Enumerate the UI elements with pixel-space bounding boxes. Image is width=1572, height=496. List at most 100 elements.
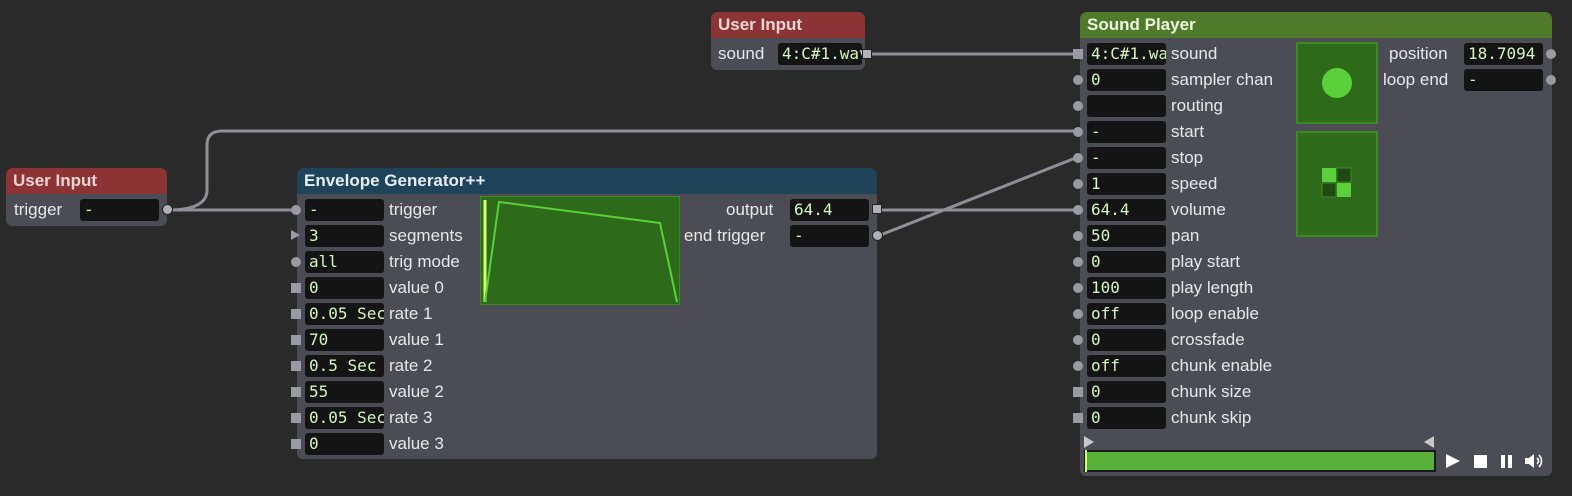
- envelope-value1-label: value 1: [389, 330, 444, 349]
- user-input-trigger-output-port[interactable]: [162, 204, 173, 215]
- sound-player-chunk-size-field[interactable]: 0: [1087, 381, 1166, 403]
- sound-player-loop-enable-field[interactable]: off: [1087, 303, 1166, 325]
- envelope-trigger-field[interactable]: -: [305, 199, 384, 221]
- user-input-sound-field[interactable]: 4:C#1.wav: [778, 43, 862, 65]
- sound-player-chunk-enable-port[interactable]: [1073, 361, 1083, 371]
- sound-player-sampler-chan-field[interactable]: 0: [1087, 69, 1166, 91]
- sound-player-position-field[interactable]: 18.7094: [1464, 43, 1543, 65]
- sound-player-loop-enable-label: loop enable: [1171, 304, 1259, 323]
- envelope-segments-label: segments: [389, 226, 463, 245]
- sound-player-pan-label: pan: [1171, 226, 1200, 245]
- envelope-trig-mode-field[interactable]: all: [305, 251, 384, 273]
- sound-player-volume-field[interactable]: 64.4: [1087, 199, 1166, 221]
- envelope-output-label: output: [726, 200, 774, 219]
- envelope-value2-field[interactable]: 55: [305, 381, 384, 403]
- playback-progress[interactable]: [1082, 434, 1442, 474]
- sound-player-volume-label: volume: [1171, 200, 1226, 219]
- sound-player-play-start-port[interactable]: [1073, 257, 1083, 267]
- sound-player-position-port[interactable]: [1546, 49, 1556, 59]
- envelope-trigger-port[interactable]: [291, 205, 301, 215]
- sound-player-chunk-skip-port[interactable]: [1073, 413, 1083, 423]
- sound-player-chunk-enable-label: chunk enable: [1171, 356, 1273, 375]
- sound-player-sampler-chan-label: sampler chan: [1171, 70, 1274, 89]
- sound-player-chunk-skip-field[interactable]: 0: [1087, 407, 1166, 429]
- loop-indicator-icon[interactable]: [1296, 131, 1378, 237]
- envelope-end-trigger-field[interactable]: -: [790, 225, 869, 247]
- sound-player-speed-field[interactable]: 1: [1087, 173, 1166, 195]
- sound-player-start-field[interactable]: -: [1087, 121, 1166, 143]
- stop-icon[interactable]: [1472, 452, 1490, 475]
- sound-player-loop-end-field[interactable]: -: [1464, 69, 1543, 91]
- envelope-graph[interactable]: [480, 196, 680, 305]
- sound-player-loop-end-port[interactable]: [1546, 75, 1556, 85]
- sound-player-play-start-label: play start: [1171, 252, 1240, 271]
- sound-player-start-port[interactable]: [1073, 127, 1083, 137]
- pause-icon[interactable]: [1498, 452, 1516, 475]
- sound-player-routing-port[interactable]: [1073, 101, 1083, 111]
- sound-player-sampler-chan-port[interactable]: [1073, 75, 1083, 85]
- envelope-rate2-port[interactable]: [291, 361, 301, 371]
- play-end-marker-icon: [1424, 436, 1434, 448]
- envelope-value1-field[interactable]: 70: [305, 329, 384, 351]
- sound-player-play-length-port[interactable]: [1073, 283, 1083, 293]
- envelope-end-trigger-port[interactable]: [872, 230, 883, 241]
- sound-player-speed-port[interactable]: [1073, 179, 1083, 189]
- sound-player-stop-label: stop: [1171, 148, 1204, 167]
- envelope-rate2-field[interactable]: 0.5 Sec: [305, 355, 384, 377]
- sound-player-pan-port[interactable]: [1073, 231, 1083, 241]
- sound-player-pan-field[interactable]: 50: [1087, 225, 1166, 247]
- envelope-trig-mode-label: trig mode: [389, 252, 460, 271]
- sound-player-chunk-skip-label: chunk skip: [1171, 408, 1252, 427]
- envelope-title[interactable]: Envelope Generator++: [297, 168, 877, 194]
- sound-player-crossfade-label: crossfade: [1171, 330, 1245, 349]
- envelope-rate1-field[interactable]: 0.05 Sec: [305, 303, 384, 325]
- sound-player-chunk-size-label: chunk size: [1171, 382, 1252, 401]
- user-input-trigger-field[interactable]: -: [80, 199, 159, 221]
- sound-player-stop-port[interactable]: [1073, 153, 1083, 163]
- play-icon[interactable]: [1444, 452, 1462, 475]
- sound-player-routing-field[interactable]: [1087, 95, 1166, 117]
- envelope-value0-label: value 0: [389, 278, 444, 297]
- user-input-trigger-label: trigger: [14, 200, 63, 219]
- sound-player-sound-field[interactable]: 4:C#1.wav: [1087, 43, 1166, 65]
- envelope-value3-field[interactable]: 0: [305, 433, 384, 455]
- play-start-marker-icon: [1084, 436, 1094, 448]
- speaker-icon[interactable]: [1524, 452, 1546, 475]
- user-input-sound-label: sound: [718, 44, 765, 63]
- sound-player-start-label: start: [1171, 122, 1205, 141]
- envelope-segments-field[interactable]: 3: [305, 225, 384, 247]
- envelope-end-trigger-label: end trigger: [684, 226, 766, 245]
- envelope-value2-port[interactable]: [291, 387, 301, 397]
- envelope-value1-port[interactable]: [291, 335, 301, 345]
- envelope-rate1-port[interactable]: [291, 309, 301, 319]
- envelope-segments-port[interactable]: [291, 230, 300, 240]
- sound-player-crossfade-port[interactable]: [1073, 335, 1083, 345]
- sound-player-play-length-label: play length: [1171, 278, 1254, 297]
- envelope-output-port[interactable]: [872, 204, 882, 214]
- sound-player-play-length-field[interactable]: 100: [1087, 277, 1166, 299]
- envelope-rate1-label: rate 1: [389, 304, 433, 323]
- user-input-sound-output-port[interactable]: [862, 49, 872, 59]
- sound-player-stop-field[interactable]: -: [1087, 147, 1166, 169]
- user-input-trigger-title[interactable]: User Input: [6, 168, 167, 194]
- sound-player-title[interactable]: Sound Player: [1080, 12, 1552, 38]
- sound-player-sound-port[interactable]: [1073, 49, 1083, 59]
- envelope-rate2-label: rate 2: [389, 356, 433, 375]
- user-input-sound-title[interactable]: User Input: [711, 12, 865, 38]
- playing-indicator-icon[interactable]: [1296, 42, 1378, 124]
- envelope-value3-port[interactable]: [291, 439, 301, 449]
- envelope-value0-port[interactable]: [291, 283, 301, 293]
- sound-player-crossfade-field[interactable]: 0: [1087, 329, 1166, 351]
- envelope-rate3-port[interactable]: [291, 413, 301, 423]
- sound-player-volume-port[interactable]: [1073, 205, 1083, 215]
- envelope-output-field[interactable]: 64.4: [790, 199, 869, 221]
- envelope-trig-mode-port[interactable]: [291, 257, 301, 267]
- envelope-value0-field[interactable]: 0: [305, 277, 384, 299]
- envelope-trigger-label: trigger: [389, 200, 438, 219]
- sound-player-play-start-field[interactable]: 0: [1087, 251, 1166, 273]
- sound-player-loop-enable-port[interactable]: [1073, 309, 1083, 319]
- sound-player-chunk-size-port[interactable]: [1073, 387, 1083, 397]
- sound-player-chunk-enable-field[interactable]: off: [1087, 355, 1166, 377]
- envelope-rate3-field[interactable]: 0.05 Sec: [305, 407, 384, 429]
- cable-endtrigger-stop: [877, 155, 1079, 238]
